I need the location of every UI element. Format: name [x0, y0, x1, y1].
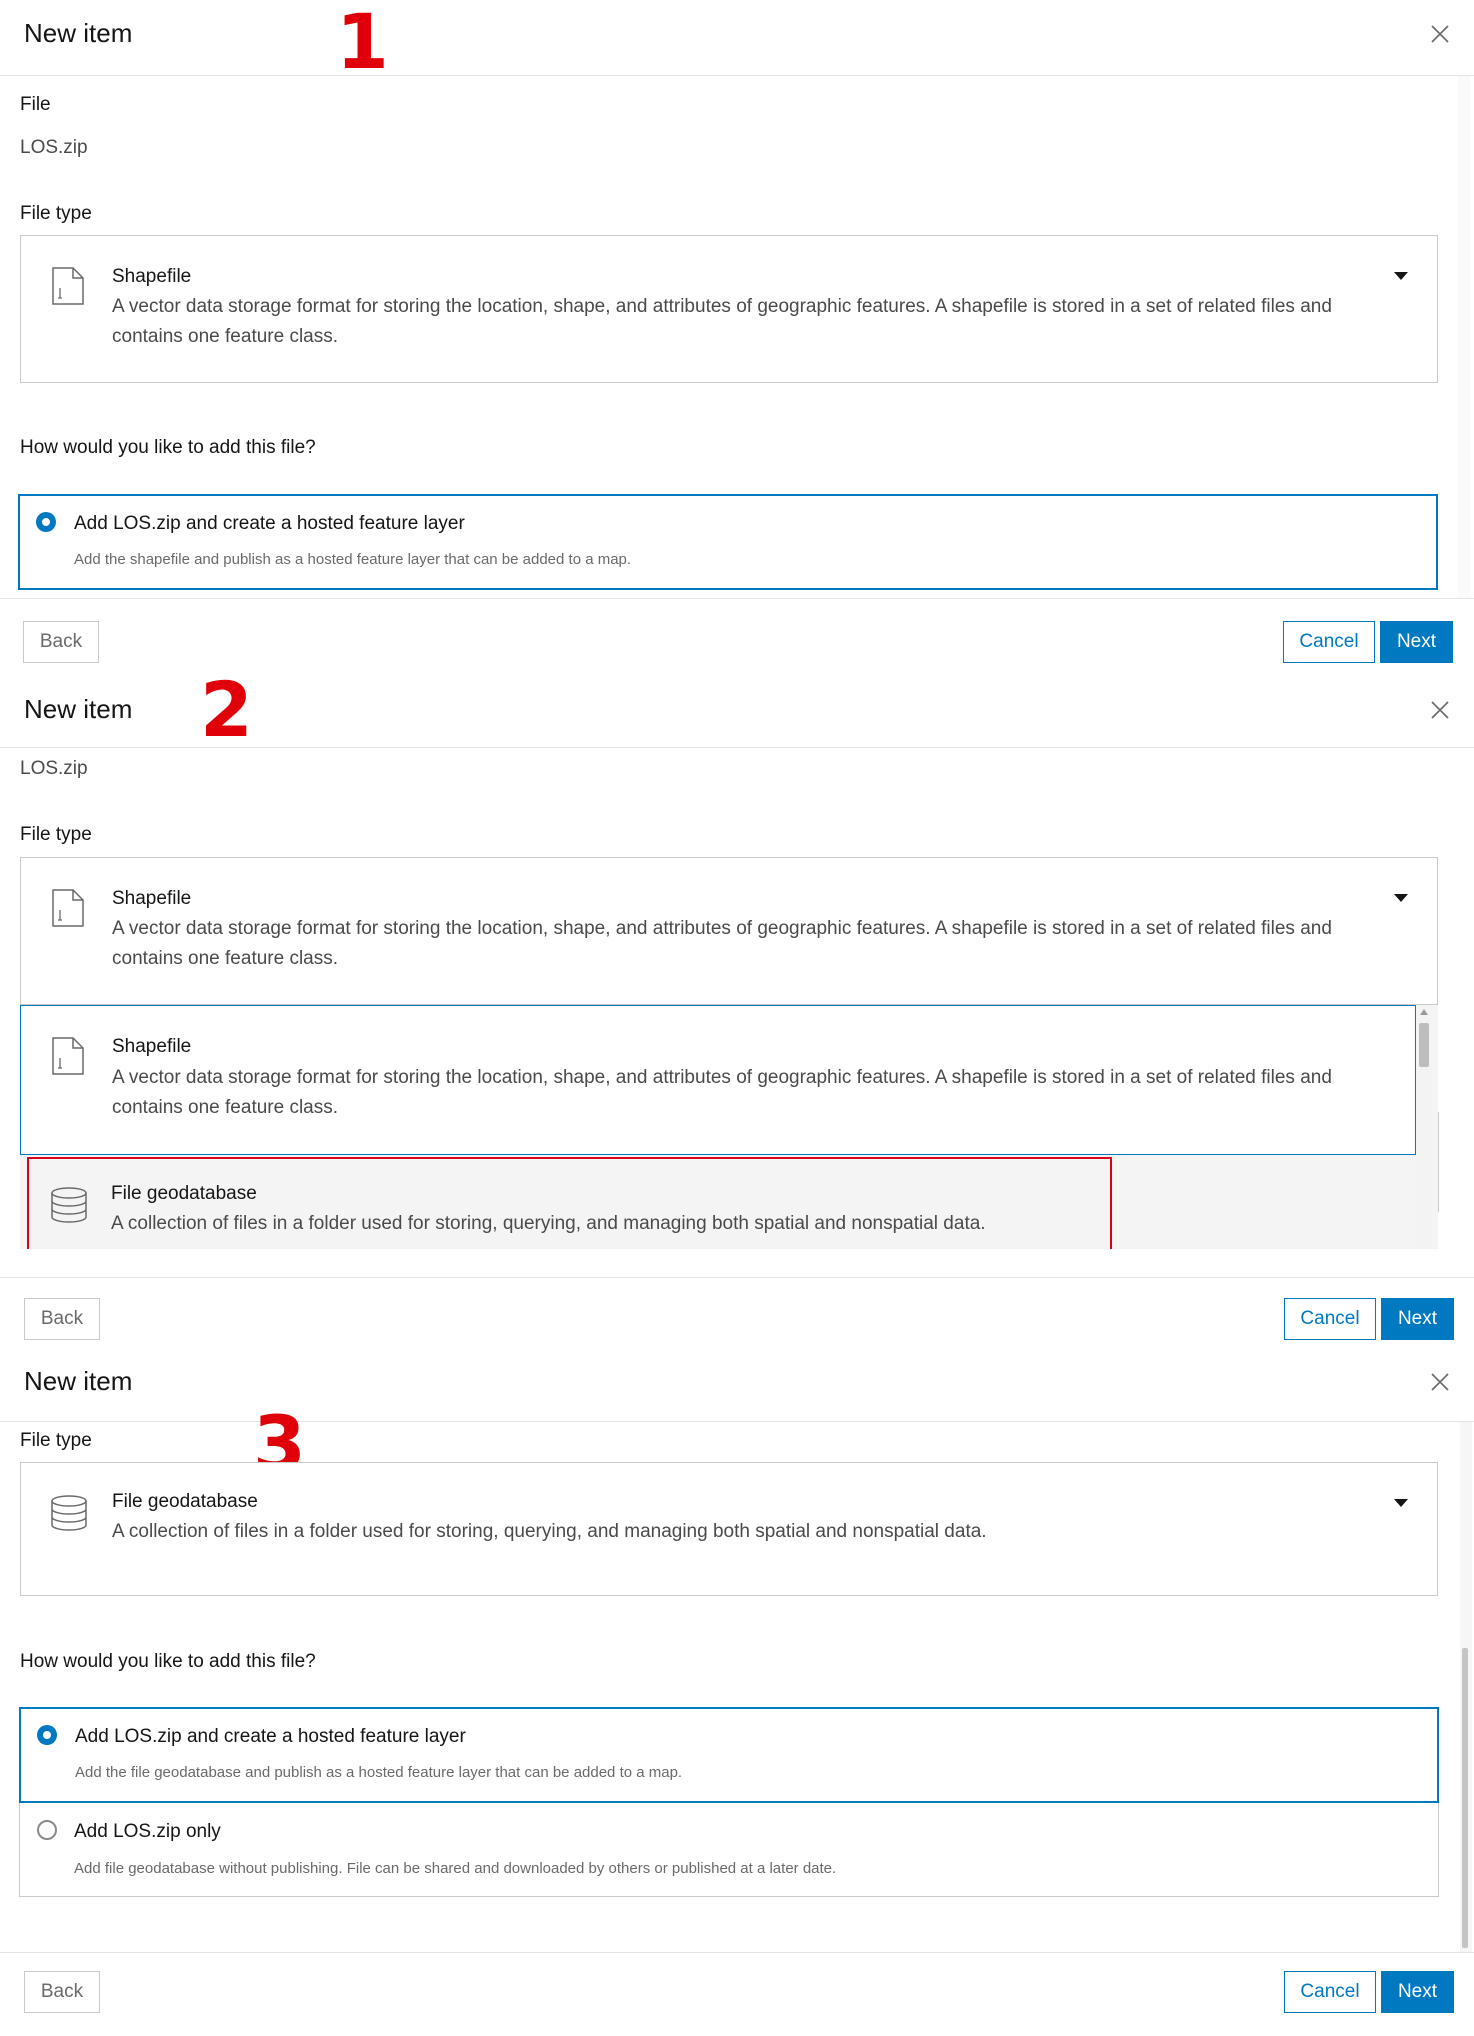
file-type-select[interactable]: Shapefile A vector data storage format f… [20, 235, 1438, 383]
footer-divider [0, 1277, 1474, 1278]
cancel-button[interactable]: Cancel [1283, 621, 1375, 663]
dialog-header: New item [0, 1346, 1474, 1422]
next-button[interactable]: Next [1381, 1298, 1454, 1340]
option-add-only[interactable]: Add LOS.zip only Add file geodatabase wi… [19, 1803, 1439, 1897]
database-icon [51, 1495, 87, 1531]
file-type-desc-line1: A vector data storage format for storing… [112, 296, 1332, 317]
back-button[interactable]: Back [24, 1298, 100, 1340]
dropdown-option-file-geodatabase[interactable]: File geodatabase A collection of files i… [27, 1157, 1112, 1249]
option-title: Shapefile [112, 1036, 192, 1057]
file-type-desc-line2: contains one feature class. [112, 326, 339, 347]
next-button[interactable]: Next [1381, 1971, 1454, 2013]
chevron-down-icon[interactable] [1394, 894, 1408, 902]
shapefile-icon [52, 267, 84, 305]
close-icon[interactable] [1428, 698, 1452, 722]
shapefile-icon [52, 1037, 84, 1075]
option-desc: Add file geodatabase without publishing.… [74, 1860, 837, 1877]
scroll-up-icon[interactable] [1420, 1009, 1428, 1015]
dialog-step-2: New item 2 LOS.zip File type Shapefile A… [0, 672, 1474, 1344]
scrollbar[interactable] [1460, 1422, 1472, 1952]
dialog-title: New item [24, 1366, 133, 1396]
option-hosted-layer[interactable]: Add LOS.zip and create a hosted feature … [18, 494, 1438, 590]
option-title: Add LOS.zip and create a hosted feature … [74, 513, 465, 534]
file-type-desc-line1: A collection of files in a folder used f… [112, 1521, 987, 1542]
scroll-thumb[interactable] [1462, 1648, 1468, 1948]
cancel-button[interactable]: Cancel [1284, 1298, 1376, 1340]
file-type-title: File geodatabase [112, 1491, 258, 1512]
back-button[interactable]: Back [23, 621, 99, 663]
option-title: Add LOS.zip only [74, 1821, 221, 1842]
file-type-desc-line1: A vector data storage format for storing… [112, 918, 1332, 939]
file-name: LOS.zip [20, 137, 88, 158]
radio-selected[interactable] [37, 1725, 57, 1745]
option-desc: Add the file geodatabase and publish as … [75, 1764, 683, 1781]
dropdown-option-shapefile[interactable]: Shapefile A vector data storage format f… [20, 1005, 1416, 1155]
chevron-down-icon[interactable] [1394, 1499, 1408, 1507]
option-desc: Add the shapefile and publish as a hoste… [74, 551, 632, 568]
option-desc-line2: contains one feature class. [112, 1097, 339, 1118]
file-type-title: Shapefile [112, 266, 192, 287]
option-title: Add LOS.zip and create a hosted feature … [75, 1726, 466, 1747]
scroll-thumb[interactable] [1419, 1023, 1429, 1067]
add-method-question: How would you like to add this file? [20, 437, 316, 458]
file-type-label: File type [20, 203, 92, 224]
next-button[interactable]: Next [1380, 621, 1453, 663]
file-type-label: File type [20, 824, 92, 845]
file-type-dropdown-list: Shapefile A vector data storage format f… [20, 1005, 1438, 1249]
step-number: 1 [336, 0, 389, 86]
dialog-title: New item [24, 694, 133, 724]
cancel-button[interactable]: Cancel [1284, 1971, 1376, 2013]
file-type-select[interactable]: Shapefile A vector data storage format f… [20, 857, 1438, 1005]
back-button[interactable]: Back [24, 1971, 100, 2013]
close-icon[interactable] [1428, 1370, 1452, 1394]
dialog-step-3: New item 3 File type File geodatabase A … [0, 1346, 1474, 2036]
option-title: File geodatabase [111, 1183, 257, 1204]
file-type-title: Shapefile [112, 888, 192, 909]
dropdown-scrollbar[interactable] [1418, 1005, 1430, 1249]
footer-divider [0, 1952, 1474, 1953]
file-type-desc-line2: contains one feature class. [112, 948, 339, 969]
option-desc-line1: A vector data storage format for storing… [112, 1067, 1332, 1088]
shapefile-icon [52, 889, 84, 927]
radio-unselected[interactable] [37, 1820, 57, 1840]
dialog-title: New item [24, 18, 133, 48]
file-type-select[interactable]: File geodatabase A collection of files i… [20, 1462, 1438, 1596]
file-name: LOS.zip [20, 758, 88, 779]
select-box-edge [1438, 1112, 1439, 1212]
option-desc-line1: A collection of files in a folder used f… [111, 1213, 986, 1234]
option-hosted-layer[interactable]: Add LOS.zip and create a hosted feature … [19, 1707, 1439, 1803]
radio-selected[interactable] [36, 512, 56, 532]
file-label: File [20, 94, 51, 115]
dialog-header: New item [0, 0, 1474, 76]
dialog-step-1: New item 1 File LOS.zip File type Shapef… [0, 0, 1474, 670]
footer-divider [0, 598, 1474, 599]
add-method-question: How would you like to add this file? [20, 1651, 316, 1672]
file-type-label: File type [20, 1430, 92, 1451]
step-number: 2 [200, 665, 253, 754]
database-icon [51, 1187, 87, 1223]
close-icon[interactable] [1428, 22, 1452, 46]
scrollbar[interactable] [1458, 76, 1470, 598]
chevron-down-icon[interactable] [1394, 272, 1408, 280]
